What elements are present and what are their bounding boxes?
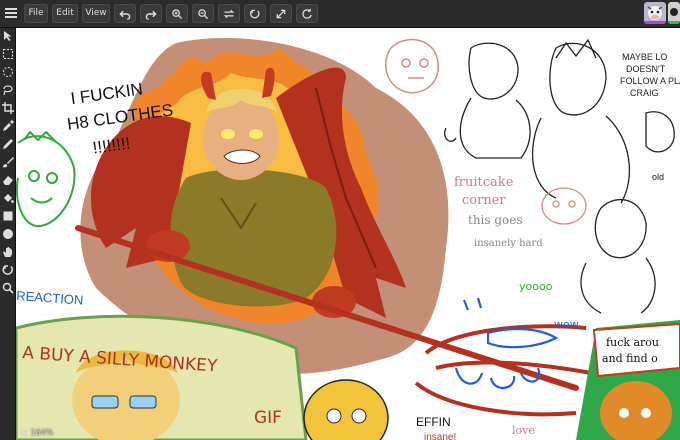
crop-icon — [2, 102, 14, 114]
black-sketch-1 — [444, 42, 531, 159]
undo-button[interactable] — [114, 4, 136, 23]
rotate-icon — [2, 265, 13, 275]
zoom-tool[interactable] — [2, 282, 14, 294]
brush-tool[interactable] — [2, 156, 14, 168]
reset-rotation-button[interactable] — [244, 4, 266, 23]
ellipse-tool[interactable] — [2, 228, 14, 240]
zoom-out-icon — [198, 8, 209, 19]
fill-tool[interactable] — [2, 192, 14, 204]
svg-text:and find o: and find o — [602, 352, 658, 365]
main-menu-button[interactable] — [2, 4, 20, 23]
refresh-icon — [302, 8, 312, 19]
thisgoes-text: this goes insanely hard — [468, 213, 543, 249]
top-toolbar: File Edit View — [0, 0, 680, 28]
view-menu-button[interactable]: View — [82, 4, 110, 23]
zoom-in-icon — [172, 8, 183, 19]
eyedropper-tool[interactable] — [2, 120, 14, 132]
pen-tool[interactable] — [2, 138, 14, 150]
reset-icon — [250, 9, 260, 18]
rotate-tool[interactable] — [2, 264, 14, 276]
blond-character — [303, 379, 389, 440]
canvas-artwork: REACTION I FUCKIN H8 CLOTHES !!!!!!!! MA… — [16, 38, 680, 440]
eyedropper-icon — [3, 120, 14, 131]
zoom-out-button[interactable] — [192, 4, 214, 23]
pink-sketch — [385, 38, 439, 94]
green-sketch — [16, 130, 76, 228]
pointer-icon — [4, 31, 12, 41]
black-sketch-3 — [580, 111, 675, 314]
hand-tool[interactable] — [2, 246, 14, 258]
svg-text:insane!: insane! — [424, 432, 456, 440]
tool-palette — [0, 28, 16, 440]
crop-tool[interactable] — [2, 102, 14, 114]
eraser-tool[interactable] — [2, 174, 14, 186]
rectangle-icon — [3, 211, 13, 221]
rectangle-tool[interactable] — [2, 210, 14, 222]
svg-text:corner: corner — [462, 193, 506, 208]
old-text: old — [652, 172, 664, 182]
svg-text:CRAIG: CRAIG — [630, 88, 659, 98]
zoom-in-button[interactable] — [166, 4, 188, 23]
redo-button[interactable] — [140, 4, 162, 23]
lasso-icon — [3, 85, 13, 96]
file-menu-button[interactable]: File — [24, 4, 48, 23]
drawing-canvas[interactable]: REACTION I FUCKIN H8 CLOTHES !!!!!!!! MA… — [16, 28, 680, 440]
fill-bucket-icon — [4, 194, 14, 203]
pink-face — [541, 187, 587, 225]
rect-select-tool[interactable] — [2, 48, 14, 60]
fullscreen-button[interactable] — [270, 4, 292, 23]
wow-text: wow — [554, 318, 579, 331]
edit-menu-button[interactable]: Edit — [52, 4, 78, 23]
svg-text:FOLLOW A PLA: FOLLOW A PLA — [620, 76, 680, 86]
svg-text:this goes: this goes — [468, 213, 523, 227]
zoom-icon — [2, 282, 14, 294]
lasso-tool[interactable] — [2, 84, 14, 96]
hand-icon — [3, 247, 12, 257]
yoooo-text: yoooo — [519, 280, 553, 293]
hamburger-icon — [5, 8, 17, 18]
user-avatar[interactable] — [644, 2, 666, 24]
swap-button[interactable] — [218, 4, 240, 23]
reaction-text: REACTION — [16, 288, 84, 308]
refresh-button[interactable] — [296, 4, 318, 23]
pen-icon — [3, 139, 13, 149]
black-sketch-2 — [531, 38, 631, 204]
zoom-indicator: 164% — [20, 428, 53, 437]
svg-text:fuck arou: fuck arou — [606, 336, 659, 349]
undo-icon — [119, 10, 131, 19]
svg-text:insanely hard: insanely hard — [474, 238, 543, 249]
brush-icon — [2, 157, 14, 168]
svg-text:DOESN'T: DOESN'T — [626, 64, 666, 74]
fullscreen-icon — [276, 9, 286, 18]
redo-icon — [145, 10, 157, 19]
pointer-tool[interactable] — [2, 30, 14, 42]
svg-text:GIF: GIF — [254, 408, 282, 428]
svg-text:MAYBE LO: MAYBE LO — [622, 52, 667, 62]
swap-icon — [223, 9, 235, 18]
user-avatar-2[interactable] — [668, 2, 680, 24]
drawing-app: File Edit View REACTION I FUCKIN H8 CLOT… — [0, 0, 680, 440]
ellipse-select-tool[interactable] — [2, 66, 14, 78]
select-rect-icon — [3, 49, 13, 59]
fuck-around-panel: fuck arou and find o — [576, 320, 680, 440]
magnifier-icon — [20, 428, 28, 437]
eraser-icon — [3, 176, 13, 185]
zoom-value: 164% — [30, 428, 54, 437]
ellipse-icon — [3, 229, 13, 239]
svg-text:fruitcake: fruitcake — [454, 175, 514, 190]
love-text: love — [512, 424, 535, 437]
select-ellipse-icon — [3, 67, 13, 77]
monkey-banner: A BUY A SILLY MONKEY GIF — [16, 314, 308, 440]
fruitcake-text: fruitcake corner — [454, 175, 514, 208]
effin-text: EFFIN insane! — [416, 415, 456, 440]
maybe-text: MAYBE LO DOESN'T FOLLOW A PLA CRAIG — [620, 52, 680, 98]
svg-text:EFFIN: EFFIN — [416, 415, 451, 429]
